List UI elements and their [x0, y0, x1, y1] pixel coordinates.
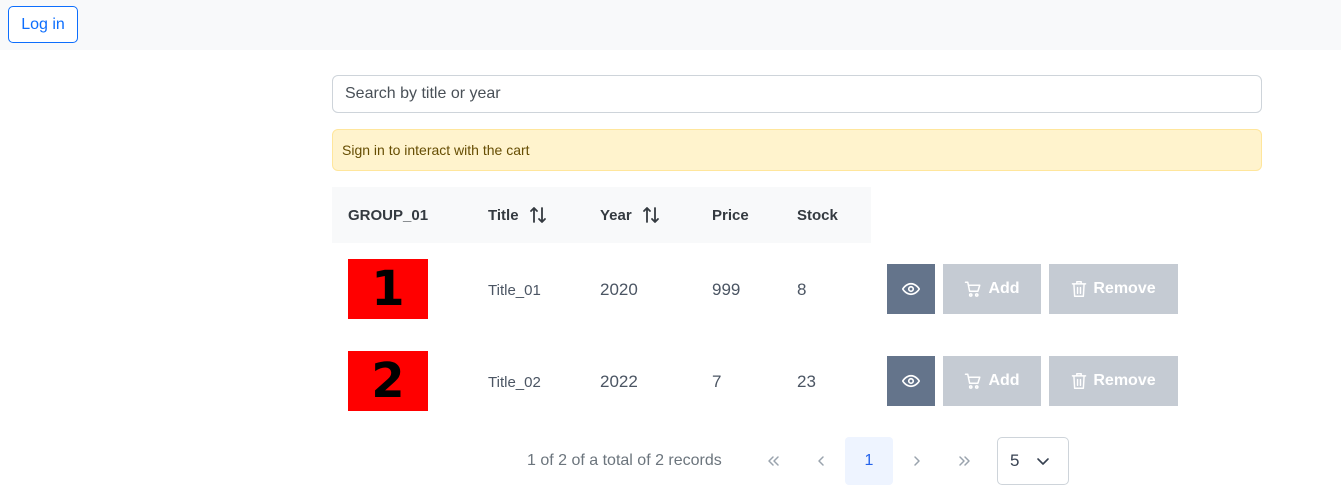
last-page-button[interactable] [941, 437, 989, 485]
remove-from-cart-button[interactable]: Remove [1049, 264, 1178, 314]
view-button[interactable] [887, 264, 935, 314]
trash-icon [1071, 372, 1087, 390]
eye-icon [902, 372, 920, 390]
remove-from-cart-button[interactable]: Remove [1049, 356, 1178, 406]
cart-icon [964, 280, 982, 298]
sign-in-alert: Sign in to interact with the cart [332, 129, 1262, 171]
cell-year: 2022 [600, 372, 638, 391]
trash-icon [1071, 280, 1087, 298]
add-to-cart-button[interactable]: Add [943, 356, 1041, 406]
cart-icon [964, 372, 982, 390]
sort-icon[interactable] [642, 206, 660, 224]
sort-icon[interactable] [529, 206, 547, 224]
login-button[interactable]: Log in [8, 6, 78, 43]
cell-price: 7 [712, 372, 722, 391]
prev-page-button[interactable] [797, 437, 845, 485]
rows-per-page-select[interactable]: 5 [997, 437, 1069, 485]
column-header-group: GROUP_01 [348, 206, 429, 224]
cell-price: 999 [712, 280, 741, 299]
column-header-stock: Stock [797, 206, 838, 224]
cell-title: Title_01 [488, 281, 541, 299]
chevrons-right-icon [958, 454, 972, 468]
cell-year: 2020 [600, 280, 638, 299]
alert-text: Sign in to interact with the cart [342, 142, 530, 158]
cell-stock: 8 [797, 280, 807, 299]
search-input[interactable] [332, 75, 1262, 113]
page-number-button[interactable]: 1 [845, 437, 893, 485]
item-thumbnail: 1 [348, 259, 428, 319]
first-page-button[interactable] [749, 437, 797, 485]
view-button[interactable] [887, 356, 935, 406]
pagination-summary: 1 of 2 of a total of 2 records [527, 452, 722, 469]
item-thumbnail: 2 [348, 351, 428, 411]
eye-icon [902, 280, 920, 298]
chevron-left-icon [814, 454, 828, 468]
top-navbar: Log in [0, 0, 1341, 50]
chevron-down-icon [1035, 453, 1051, 469]
column-header-title[interactable]: Title [488, 187, 547, 243]
chevrons-left-icon [766, 454, 780, 468]
next-page-button[interactable] [893, 437, 941, 485]
chevron-right-icon [910, 454, 924, 468]
cell-title: Title_02 [488, 373, 541, 391]
column-header-year[interactable]: Year [600, 187, 660, 243]
table-header: GROUP_01 Title Year Price Stock [332, 187, 871, 243]
cell-stock: 23 [797, 372, 816, 391]
add-to-cart-button[interactable]: Add [943, 264, 1041, 314]
rows-per-page-value: 5 [1010, 451, 1020, 470]
column-header-price: Price [712, 206, 749, 224]
